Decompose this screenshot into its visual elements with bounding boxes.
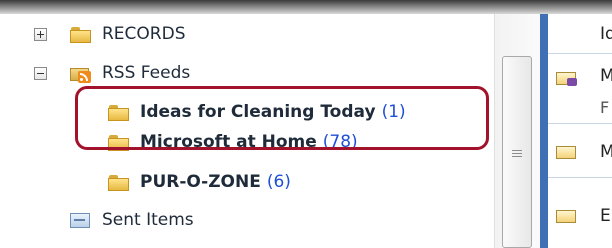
folder-icon (70, 26, 92, 43)
pane-divider[interactable] (540, 14, 548, 248)
folder-label: Sent Items (102, 210, 194, 230)
mail-icon (556, 208, 578, 224)
message-row[interactable]: M F (548, 54, 612, 124)
message-text: M (600, 142, 612, 162)
mail-icon (556, 144, 578, 160)
message-row[interactable]: M (548, 124, 612, 178)
folder-item-records[interactable]: RECORDS (34, 20, 186, 48)
rss-folder-icon (70, 63, 92, 83)
folder-item-rss-feeds[interactable]: RSS Feeds (34, 59, 190, 87)
message-row[interactable]: E (548, 178, 612, 248)
message-text: E (600, 206, 611, 226)
read-mail-icon (556, 70, 578, 86)
folder-item-pur-o-zone[interactable]: PUR-O-ZONE (6) (108, 168, 291, 196)
scrollbar-thumb[interactable] (502, 56, 532, 248)
folder-item-sent-items[interactable]: Sent Items (70, 206, 194, 234)
folder-label: PUR-O-ZONE (140, 172, 261, 192)
expand-plus-icon[interactable] (34, 28, 47, 41)
unread-count: (6) (266, 172, 291, 192)
message-row[interactable]: Id (548, 14, 612, 54)
scrollbar-grip-line (512, 150, 522, 151)
collapse-minus-icon[interactable] (34, 67, 47, 80)
folder-icon (108, 174, 130, 191)
sent-items-icon (70, 210, 92, 230)
message-text: M (600, 66, 612, 86)
window-top-bar (0, 0, 612, 14)
scrollbar-grip-line (512, 156, 522, 157)
message-text: Id (600, 24, 612, 44)
message-subtext: F (600, 98, 610, 117)
folder-label: RECORDS (102, 24, 186, 44)
scrollbar-grip-line (512, 153, 522, 154)
highlight-box (75, 86, 489, 150)
message-list: Id M F M E (548, 14, 612, 248)
folder-label: RSS Feeds (102, 63, 191, 83)
